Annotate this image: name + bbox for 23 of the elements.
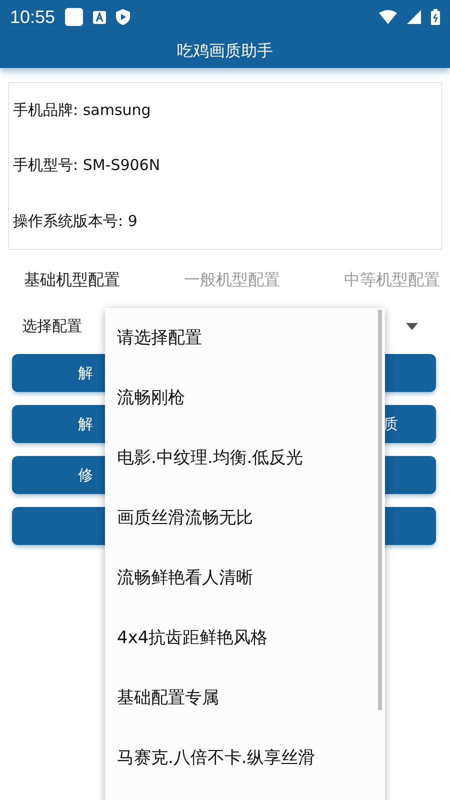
dropdown-option[interactable]: 马赛克.八倍不卡.纵享丝滑 (105, 740, 385, 800)
dropdown-arrow-icon[interactable] (406, 323, 418, 330)
dropdown-option[interactable]: 流畅刚枪 (105, 380, 385, 440)
config-tab[interactable]: 基础机型配置 (24, 270, 120, 291)
dropdown-option[interactable]: 电影.中纹理.均衡.低反光 (105, 440, 385, 500)
status-time: 10:55 (10, 6, 56, 28)
dropdown-option[interactable]: 流畅鲜艳看人清晰 (105, 560, 385, 620)
shield-play-icon (116, 9, 130, 25)
wifi-icon (379, 10, 397, 24)
signal-icon (407, 10, 421, 24)
notification-icon (65, 8, 84, 26)
device-info-text: 操作系统版本号: 9 (13, 212, 138, 231)
dropdown-option[interactable]: 基础配置专属 (105, 680, 385, 740)
select-label: 选择配置 (22, 317, 82, 336)
dropdown-option[interactable]: 请选择配置 (105, 320, 385, 380)
scrollbar[interactable] (378, 310, 382, 710)
dropdown-option[interactable]: 4x4抗齿距鲜艳风格 (105, 620, 385, 680)
app-title: 吃鸡画质助手 (177, 40, 273, 62)
device-info-text: 手机型号: SM-S906N (13, 156, 162, 176)
battery-icon (431, 9, 440, 25)
device-info-text: 手机品牌: samsung (13, 101, 152, 120)
app-notification-icon (93, 10, 106, 24)
dropdown-option[interactable]: 画质丝滑流畅无比 (105, 500, 385, 560)
